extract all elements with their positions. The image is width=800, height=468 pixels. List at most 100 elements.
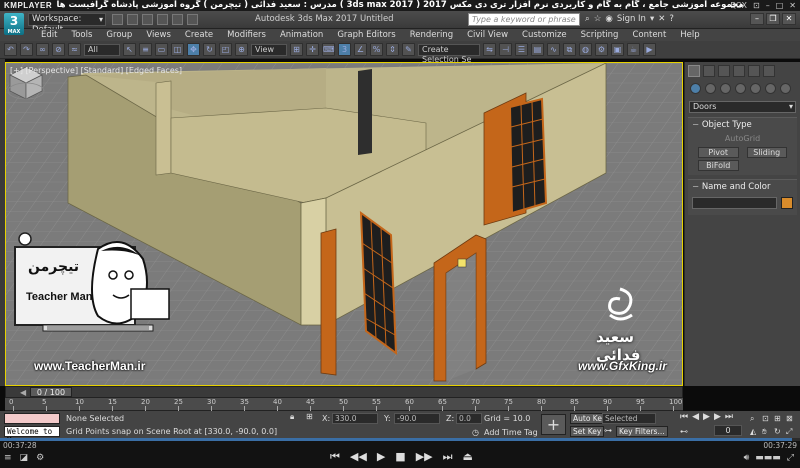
- time-slider[interactable]: 0 / 100: [5, 386, 683, 398]
- menu-rendering[interactable]: Rendering: [403, 29, 460, 41]
- material-editor-icon[interactable]: ◍: [579, 43, 592, 56]
- pan-icon[interactable]: ✋︎: [762, 427, 767, 437]
- object-type-header[interactable]: Object Type: [688, 118, 797, 132]
- rendered-frame-icon[interactable]: ▣: [611, 43, 624, 56]
- orbit-icon[interactable]: ↻: [774, 427, 781, 436]
- lock-selection-icon[interactable]: 🔒︎: [290, 412, 294, 422]
- select-link-icon[interactable]: ∞: [36, 43, 49, 56]
- reference-coordinate-select[interactable]: View: [251, 43, 287, 56]
- player-prev-icon[interactable]: ⏮: [330, 450, 340, 464]
- player-forward-icon[interactable]: ▶▶: [416, 450, 433, 464]
- window-minimize-icon[interactable]: –: [750, 13, 764, 25]
- maxscript-welcome[interactable]: Welcome to M: [4, 426, 60, 445]
- field-of-view-icon[interactable]: ◭: [750, 427, 756, 436]
- align-icon[interactable]: ⊣: [499, 43, 512, 56]
- autogrid-checkbox[interactable]: AutoGrid: [698, 134, 787, 145]
- favorites-icon[interactable]: ☆: [594, 14, 602, 24]
- menu-customize[interactable]: Customize: [515, 29, 574, 41]
- schematic-view-icon[interactable]: ⧉: [563, 43, 576, 56]
- search-input[interactable]: Type a keyword or phrase: [468, 13, 580, 26]
- open-file-icon[interactable]: [127, 14, 138, 25]
- lights-icon[interactable]: [720, 83, 731, 94]
- motion-tab-icon[interactable]: [733, 65, 745, 77]
- go-to-end-icon[interactable]: ⏭: [725, 412, 733, 422]
- create-tab-icon[interactable]: [688, 65, 700, 77]
- systems-icon[interactable]: [780, 83, 791, 94]
- perspective-viewport[interactable]: [+] [Perspective] [Standard] [Edged Face…: [5, 62, 683, 386]
- select-scale-icon[interactable]: ◰: [219, 43, 232, 56]
- undo-icon[interactable]: [157, 14, 168, 25]
- key-filters-button[interactable]: Key Filters...: [616, 426, 668, 437]
- track-bar[interactable]: 0 5 10 15 20 25 30 35 40 45 50 55 60 65 70 75 80 85 90 95 10…: [5, 398, 683, 411]
- space-warps-icon[interactable]: [765, 83, 776, 94]
- maximize-viewport-icon[interactable]: ⤢: [786, 427, 792, 437]
- window-restore-icon[interactable]: ❐: [766, 13, 780, 25]
- rectangle-selection-icon[interactable]: ▭: [155, 43, 168, 56]
- player-settings-icon[interactable]: ⚙: [36, 453, 44, 463]
- zoom-all-icon[interactable]: ⊡: [762, 414, 769, 423]
- menu-civil-view[interactable]: Civil View: [460, 29, 515, 41]
- zoom-icon[interactable]: ⌕: [750, 414, 754, 424]
- percent-snap-icon[interactable]: %: [370, 43, 383, 56]
- set-key-button[interactable]: Set Key: [570, 426, 605, 437]
- mirror-icon[interactable]: ⇋: [483, 43, 496, 56]
- render-production-icon[interactable]: ▶: [643, 43, 656, 56]
- select-object-icon[interactable]: ↖: [123, 43, 136, 56]
- shapes-icon[interactable]: [705, 83, 716, 94]
- utilities-tab-icon[interactable]: [763, 65, 775, 77]
- bind-space-warp-icon[interactable]: ≈: [68, 43, 81, 56]
- play-icon[interactable]: ▶: [703, 412, 710, 422]
- project-folder-icon[interactable]: [187, 14, 198, 25]
- bifold-button[interactable]: BiFold: [698, 160, 739, 171]
- previous-frame-icon[interactable]: ◀: [692, 412, 699, 422]
- sign-in-link[interactable]: Sign In: [617, 14, 646, 24]
- undo-button[interactable]: ↶: [4, 43, 17, 56]
- z-coordinate-field[interactable]: 0.0: [456, 413, 482, 424]
- player-play-icon[interactable]: ▶: [377, 450, 385, 464]
- save-file-icon[interactable]: [142, 14, 153, 25]
- layer-explorer-icon[interactable]: ☰: [515, 43, 528, 56]
- player-rewind-icon[interactable]: ◀◀: [350, 450, 367, 464]
- keyboard-shortcut-override-icon[interactable]: ⌨: [322, 43, 335, 56]
- player-3d-icon[interactable]: ◪: [20, 453, 29, 463]
- workspace-select[interactable]: Workspace: Default: [28, 13, 106, 35]
- viewport-label[interactable]: [+] [Perspective] [Standard] [Edged Face…: [10, 66, 182, 75]
- add-time-tag[interactable]: Add Time Tag: [484, 428, 538, 437]
- spinner-snap-icon[interactable]: ⇕: [386, 43, 399, 56]
- named-selection-select[interactable]: Create Selection Se: [418, 43, 480, 64]
- player-box-label[interactable]: BOX: [730, 1, 747, 10]
- menu-modifiers[interactable]: Modifiers: [220, 29, 273, 41]
- place-icon[interactable]: ⊕: [235, 43, 248, 56]
- render-icon[interactable]: ☕: [627, 43, 640, 56]
- set-keys-button[interactable]: +: [541, 414, 566, 435]
- modify-tab-icon[interactable]: [703, 65, 715, 77]
- player-volume-icon[interactable]: 🔊︎: [744, 453, 750, 463]
- object-color-swatch[interactable]: [781, 197, 793, 209]
- next-frame-icon[interactable]: ▶: [714, 412, 721, 422]
- search-icon[interactable]: ⌕: [585, 14, 590, 24]
- select-manipulate-icon[interactable]: ✛: [306, 43, 319, 56]
- edit-named-selection-icon[interactable]: ✎: [402, 43, 415, 56]
- snaps-toggle-icon[interactable]: 3: [338, 43, 351, 56]
- new-scene-icon[interactable]: [112, 14, 123, 25]
- player-fullscreen-icon[interactable]: ⤢: [787, 453, 794, 463]
- object-category-select[interactable]: Doors: [689, 101, 796, 113]
- player-volume-slider[interactable]: ▬▬▬: [755, 453, 781, 463]
- player-next-icon[interactable]: ⏭: [443, 450, 453, 464]
- absolute-mode-icon[interactable]: ⊞: [306, 412, 313, 421]
- maxscript-listener-mini[interactable]: [4, 413, 60, 424]
- redo-icon[interactable]: [172, 14, 183, 25]
- menu-animation[interactable]: Animation: [273, 29, 330, 41]
- menu-graph-editors[interactable]: Graph Editors: [330, 29, 402, 41]
- exchange-icon[interactable]: ✕: [658, 14, 665, 24]
- key-mode-icon[interactable]: ⊶: [604, 426, 612, 435]
- angle-snap-icon[interactable]: ∠: [354, 43, 367, 56]
- object-name-input[interactable]: [692, 197, 777, 209]
- minimize-icon[interactable]: –: [766, 1, 770, 10]
- player-menu-icon[interactable]: ≡: [4, 453, 12, 463]
- geometry-icon[interactable]: [690, 83, 701, 94]
- sign-in-dropdown-icon[interactable]: ▾: [650, 14, 654, 24]
- ribbon-toggle-icon[interactable]: ▤: [531, 43, 544, 56]
- help-icon[interactable]: ?: [669, 14, 674, 24]
- sliding-button[interactable]: Sliding: [746, 147, 787, 158]
